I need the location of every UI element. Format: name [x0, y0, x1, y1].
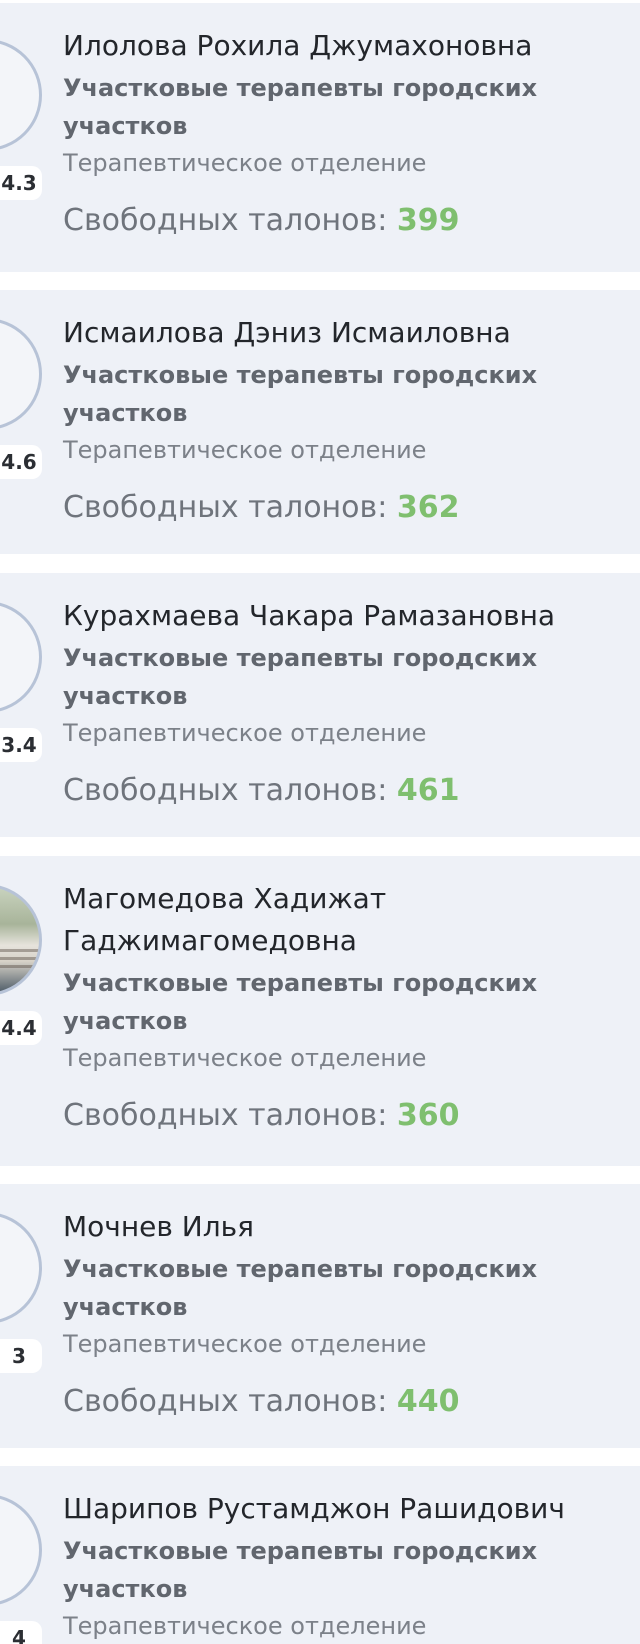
- doctor-department: Терапевтическое отделение: [63, 1044, 427, 1072]
- doctor-name[interactable]: Шарипов Рустамджон Рашидович: [63, 1488, 626, 1530]
- doctor-avatar: [0, 884, 42, 996]
- doctor-card[interactable]: 4.6 Исмаилова Дэниз Исмаиловна Участковые …: [0, 290, 640, 554]
- doctor-department: Терапевтическое отделение: [63, 1612, 427, 1640]
- doctor-avatar: [0, 1212, 42, 1324]
- rating-badge: 3: [0, 1339, 42, 1373]
- rating-badge: 4.6: [0, 445, 42, 479]
- free-tickets-count: 440: [396, 1384, 460, 1419]
- doctor-department: Терапевтическое отделение: [63, 149, 427, 177]
- free-tickets-label: Свободных талонов:: [63, 203, 388, 238]
- doctor-info: Мочнев Илья Участковые терапевты городски…: [63, 1206, 626, 1422]
- doctor-department: Терапевтическое отделение: [63, 719, 427, 747]
- doctor-name[interactable]: Илолова Рохила Джумахоновна: [63, 25, 626, 67]
- doctor-specialty: Участковые терапевты городских участков: [63, 1255, 538, 1321]
- doctor-avatar: [0, 601, 42, 713]
- doctor-info: Илолова Рохила Джумахоновна Участковые те…: [63, 25, 626, 241]
- doctor-info: Магомедова Хадижат Гаджимагомедовна Участ…: [63, 878, 626, 1136]
- doctor-card[interactable]: 4.4 Магомедова Хадижат Гаджимагомедовна Уч…: [0, 856, 640, 1166]
- rating-badge: 3.4: [0, 728, 42, 762]
- doctor-avatar: [0, 318, 42, 430]
- doctor-card[interactable]: 4 Шарипов Рустамджон Рашидович Участковые …: [0, 1466, 640, 1644]
- free-tickets-count: 362: [396, 490, 460, 525]
- free-tickets-count: 360: [396, 1098, 460, 1133]
- doctor-specialty: Участковые терапевты городских участков: [63, 969, 538, 1035]
- rating-badge: 4.3: [0, 166, 42, 200]
- free-tickets-label: Свободных талонов:: [63, 1384, 388, 1419]
- rating-badge: 4: [0, 1621, 42, 1644]
- doctor-specialty: Участковые терапевты городских участков: [63, 1537, 538, 1603]
- free-tickets-label: Свободных талонов:: [63, 490, 388, 525]
- doctor-department: Терапевтическое отделение: [63, 436, 427, 464]
- doctor-info: Курахмаева Чакара Рамазановна Участковые …: [63, 595, 626, 811]
- doctor-name[interactable]: Курахмаева Чакара Рамазановна: [63, 595, 626, 637]
- doctor-specialty: Участковые терапевты городских участков: [63, 644, 538, 710]
- free-tickets-label: Свободных талонов:: [63, 1098, 388, 1133]
- doctor-specialty: Участковые терапевты городских участков: [63, 361, 538, 427]
- doctor-name[interactable]: Магомедова Хадижат Гаджимагомедовна: [63, 878, 626, 962]
- doctor-avatar: [0, 1494, 42, 1606]
- free-tickets: Свободных талонов: 461: [63, 771, 626, 811]
- doctor-card[interactable]: 3 Мочнев Илья Участковые терапевты городск…: [0, 1184, 640, 1448]
- doctor-avatar: [0, 39, 42, 151]
- free-tickets: Свободных талонов: 362: [63, 488, 626, 528]
- free-tickets: Свободных талонов: 360: [63, 1096, 626, 1136]
- rating-badge: 4.4: [0, 1011, 42, 1045]
- doctor-name[interactable]: Исмаилова Дэниз Исмаиловна: [63, 312, 626, 354]
- doctor-list: 4.3 Илолова Рохила Джумахоновна Участковые…: [0, 0, 640, 1644]
- doctor-card[interactable]: 3.4 Курахмаева Чакара Рамазановна Участков…: [0, 573, 640, 837]
- free-tickets: Свободных талонов: 399: [63, 201, 626, 241]
- free-tickets-count: 399: [396, 203, 460, 238]
- free-tickets-label: Свободных талонов:: [63, 773, 388, 808]
- doctor-info: Шарипов Рустамджон Рашидович Участковые т…: [63, 1488, 626, 1644]
- doctor-card[interactable]: 4.3 Илолова Рохила Джумахоновна Участковые…: [0, 3, 640, 272]
- free-tickets: Свободных талонов: 440: [63, 1382, 626, 1422]
- doctor-name[interactable]: Мочнев Илья: [63, 1206, 626, 1248]
- doctor-department: Терапевтическое отделение: [63, 1330, 427, 1358]
- free-tickets-count: 461: [396, 773, 460, 808]
- doctor-specialty: Участковые терапевты городских участков: [63, 74, 538, 140]
- doctor-info: Исмаилова Дэниз Исмаиловна Участковые тер…: [63, 312, 626, 528]
